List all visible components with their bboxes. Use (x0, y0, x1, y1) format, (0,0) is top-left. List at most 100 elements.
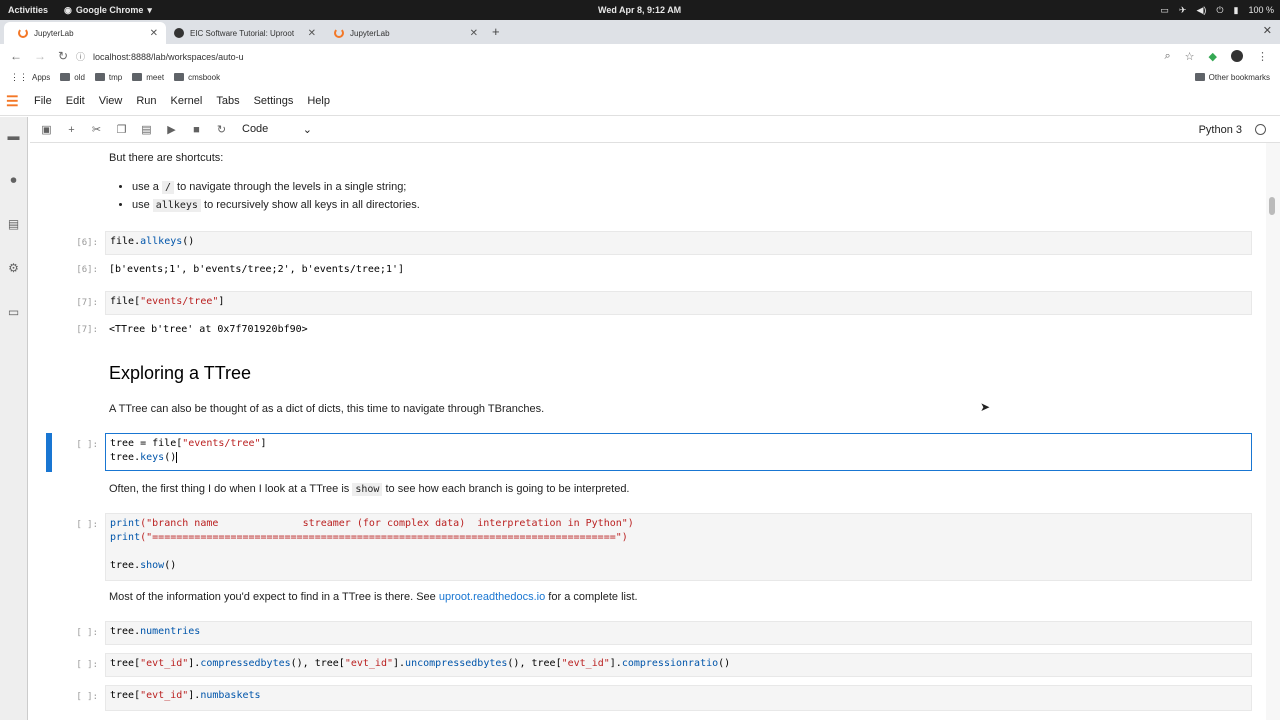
code-token: () (718, 658, 731, 669)
code-token: ]. (393, 658, 406, 669)
code-cell[interactable]: file.allkeys() (105, 231, 1252, 255)
code-token: show (140, 560, 165, 571)
bookmark-cmsbook[interactable]: cmsbook (174, 73, 220, 82)
insert-cell-icon[interactable]: + (59, 124, 84, 136)
notebook-scrollbar[interactable] (1266, 143, 1280, 720)
app-menu[interactable]: ◉ Google Chrome ▾ (64, 5, 152, 16)
browser-tab-jupyterlab-1[interactable]: JupyterLab ✕ (4, 22, 166, 44)
file-browser-icon[interactable]: ▬ (6, 129, 21, 143)
folder-icon (132, 73, 143, 81)
markdown-cell[interactable]: But there are shortcuts: (109, 152, 223, 164)
code-token: (), tree[ (290, 658, 345, 669)
scrollbar-thumb[interactable] (1269, 197, 1275, 215)
new-tab-button[interactable]: + (492, 24, 500, 39)
folder-icon (60, 73, 71, 81)
code-cell[interactable]: tree.numentries (105, 621, 1252, 645)
cell-type-select[interactable]: Code ⌄ (242, 123, 312, 136)
close-tab-icon[interactable]: ✕ (470, 28, 478, 39)
jupyter-favicon-icon (18, 28, 28, 38)
code-token: tree[ (110, 690, 141, 701)
other-bookmarks[interactable]: Other bookmarks (1194, 73, 1270, 82)
running-kernels-icon[interactable]: ⏺ (6, 173, 21, 187)
markdown-text: A TTree can also be thought of as a dict… (109, 403, 545, 415)
bookmark-star-icon[interactable]: ☆ (1185, 50, 1195, 63)
code-token: ] (260, 438, 267, 449)
markdown-cell-list[interactable]: use a / to navigate through the levels i… (109, 181, 420, 217)
bookmark-apps[interactable]: ⋮⋮ Apps (10, 72, 50, 83)
text: to navigate through the levels in a sing… (174, 181, 407, 193)
chevron-down-icon: ⌄ (302, 124, 312, 136)
open-tabs-icon[interactable]: ▭ (6, 305, 21, 319)
code-cell[interactable]: file["events/tree"] (105, 291, 1252, 315)
apps-grid-icon: ⋮⋮ (10, 71, 28, 82)
close-tab-icon[interactable]: ✕ (150, 28, 158, 39)
bookmark-meet[interactable]: meet (132, 73, 164, 82)
battery-icon: ▮ (1233, 4, 1239, 15)
url-field[interactable]: ⓘ localhost:8888/lab/workspaces/auto-u (76, 47, 1180, 66)
menu-view[interactable]: View (99, 95, 123, 107)
code-cell[interactable]: tree["evt_id"].compressedbytes(), tree["… (105, 653, 1252, 677)
close-tab-icon[interactable]: ✕ (308, 28, 316, 39)
browser-tab-jupyterlab-2[interactable]: JupyterLab ✕ (320, 22, 486, 44)
close-window-icon[interactable]: ✕ (1263, 24, 1272, 37)
jupyter-logo-icon: ☰ (6, 92, 19, 109)
paste-icon[interactable]: ▤ (134, 123, 159, 136)
site-info-icon[interactable]: ⓘ (76, 50, 85, 63)
inline-code: allkeys (152, 199, 201, 212)
input-prompt: [ ]: (76, 520, 98, 530)
browser-tab-eic-tutorial[interactable]: EIC Software Tutorial: Uproot ✕ (160, 22, 324, 44)
forward-icon[interactable]: → (34, 49, 48, 63)
stop-icon[interactable]: ■ (184, 124, 209, 136)
markdown-cell[interactable]: Often, the first thing I do when I look … (109, 483, 630, 496)
property-inspector-icon[interactable]: ⚙ (6, 261, 21, 275)
more-menu-icon[interactable]: ⋮ (1257, 50, 1268, 63)
cell-output: [b'events;1', b'events/tree;2', b'events… (109, 264, 405, 275)
menu-help[interactable]: Help (307, 95, 330, 107)
markdown-cell[interactable]: Most of the information you'd expect to … (109, 591, 638, 603)
system-tray[interactable]: ▭ ✈ ◀) ⏻ ▮ 100 % (1160, 5, 1274, 16)
code-cell[interactable]: print("branch name streamer (for complex… (105, 513, 1252, 581)
markdown-cell-heading[interactable]: Exploring a TTree (109, 363, 251, 384)
restart-icon[interactable]: ↻ (209, 123, 234, 136)
run-icon[interactable]: ▶ (159, 123, 184, 136)
back-icon[interactable]: ← (10, 49, 24, 63)
code-cell[interactable]: tree["evt_id"].numbaskets (105, 685, 1252, 711)
code-cell-editing[interactable]: tree = file["events/tree"] tree.keys() (105, 433, 1252, 471)
docs-link[interactable]: uproot.readthedocs.io (439, 591, 545, 603)
input-prompt: [ ]: (76, 660, 98, 670)
extension-icon[interactable]: ◆ (1209, 50, 1217, 63)
copy-icon[interactable]: ❐ (109, 123, 134, 136)
code-token: "evt_id" (344, 658, 393, 669)
kernel-name[interactable]: Python 3 (1199, 124, 1242, 136)
menu-settings[interactable]: Settings (254, 95, 294, 107)
code-token: "evt_id" (140, 690, 189, 701)
zoom-icon[interactable]: ⌕ (1164, 50, 1170, 63)
clock[interactable]: Wed Apr 8, 9:12 AM (598, 5, 681, 15)
profile-avatar[interactable] (1231, 50, 1243, 62)
bookmark-tmp[interactable]: tmp (94, 73, 122, 82)
cell-type-value: Code (242, 123, 269, 135)
code-token: ] (218, 296, 225, 307)
active-cell-indicator (46, 433, 52, 472)
menu-run[interactable]: Run (136, 95, 156, 107)
battery-level: 100 % (1248, 5, 1274, 15)
menu-kernel[interactable]: Kernel (171, 95, 203, 107)
activities-button[interactable]: Activities (8, 5, 48, 15)
code-token: () (182, 236, 195, 247)
network-icon: ✈ (1178, 4, 1187, 15)
save-icon[interactable]: ▣ (34, 123, 59, 136)
input-prompt: [ ]: (76, 440, 98, 450)
input-prompt: [6]: (76, 238, 98, 248)
command-palette-icon[interactable]: ▤ (6, 217, 21, 231)
menu-file[interactable]: File (34, 95, 52, 107)
code-token: ]. (188, 690, 201, 701)
url-text: localhost:8888/lab/workspaces/auto-u (93, 51, 244, 62)
menu-tabs[interactable]: Tabs (216, 95, 239, 107)
section-heading: Exploring a TTree (109, 363, 252, 383)
markdown-cell[interactable]: A TTree can also be thought of as a dict… (109, 403, 544, 415)
bookmark-old[interactable]: old (60, 73, 85, 82)
menu-edit[interactable]: Edit (66, 95, 85, 107)
reload-icon[interactable]: ↻ (58, 49, 72, 63)
cut-icon[interactable]: ✂ (84, 123, 109, 136)
text: to recursively show all keys in all dire… (200, 199, 420, 211)
